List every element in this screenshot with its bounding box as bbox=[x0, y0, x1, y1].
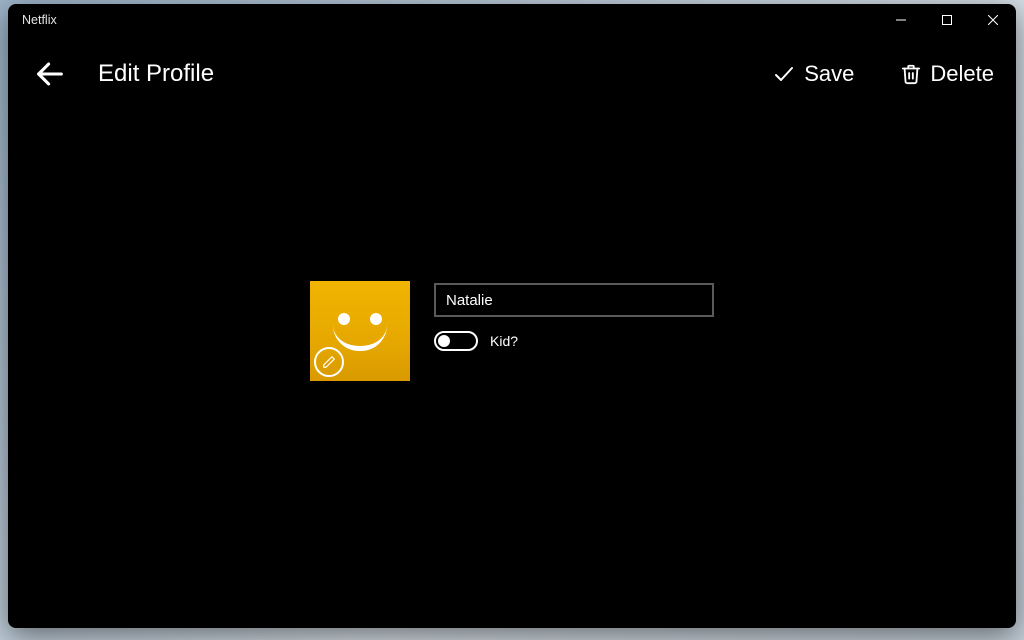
maximize-button[interactable] bbox=[924, 4, 970, 36]
delete-label: Delete bbox=[930, 61, 994, 87]
window-controls bbox=[878, 4, 1016, 36]
kid-toggle-row: Kid? bbox=[434, 331, 714, 351]
app-window: Netflix Edit Profile Save bbox=[8, 4, 1016, 628]
kid-toggle[interactable] bbox=[434, 331, 478, 351]
avatar-container[interactable] bbox=[310, 281, 410, 381]
save-label: Save bbox=[804, 61, 854, 87]
minimize-button[interactable] bbox=[878, 4, 924, 36]
main-content: Kid? bbox=[8, 94, 1016, 628]
titlebar: Netflix bbox=[8, 4, 1016, 36]
trash-icon bbox=[900, 62, 922, 86]
page-title: Edit Profile bbox=[98, 60, 214, 88]
avatar-eye-right bbox=[370, 313, 382, 325]
window-title: Netflix bbox=[22, 13, 57, 27]
toggle-knob bbox=[438, 335, 450, 347]
save-button[interactable]: Save bbox=[772, 61, 854, 87]
back-button[interactable] bbox=[30, 54, 70, 94]
check-icon bbox=[772, 62, 796, 86]
close-button[interactable] bbox=[970, 4, 1016, 36]
profile-name-input[interactable] bbox=[434, 283, 714, 317]
page-header: Edit Profile Save Delete bbox=[8, 36, 1016, 94]
avatar-eye-left bbox=[338, 313, 350, 325]
delete-button[interactable]: Delete bbox=[900, 61, 994, 87]
edit-avatar-button[interactable] bbox=[314, 347, 344, 377]
arrow-left-icon bbox=[33, 57, 67, 91]
pencil-icon bbox=[322, 355, 336, 369]
profile-editor: Kid? bbox=[310, 281, 714, 381]
kid-label: Kid? bbox=[490, 333, 518, 349]
profile-fields: Kid? bbox=[434, 281, 714, 351]
avatar-mouth bbox=[333, 325, 387, 351]
